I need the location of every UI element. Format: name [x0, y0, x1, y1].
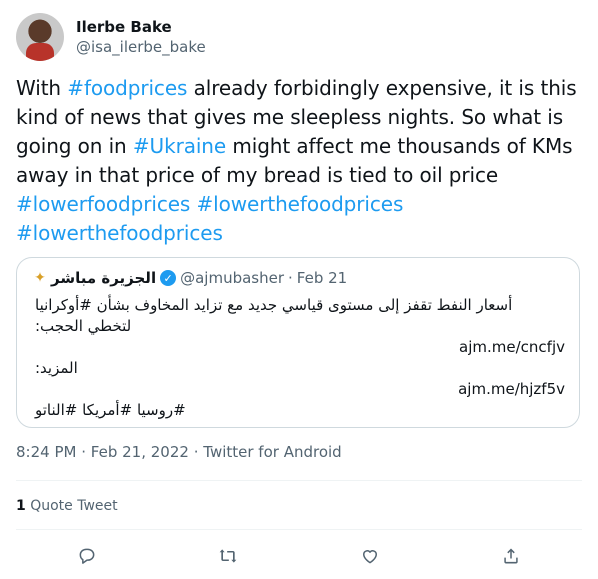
- avatar[interactable]: [16, 13, 64, 61]
- hashtag-link[interactable]: #lowerfoodprices: [16, 192, 190, 216]
- quoted-date[interactable]: Feb 21: [297, 269, 347, 287]
- aljazeera-logo-icon: ✦: [34, 270, 46, 286]
- tweet-date[interactable]: Feb 21, 2022: [91, 443, 189, 461]
- hashtag-link[interactable]: #lowerthefoodprices: [197, 192, 404, 216]
- like-icon: [362, 550, 377, 564]
- tweet-meta: 8:24 PM · Feb 21, 2022 · Twitter for And…: [16, 443, 342, 461]
- divider: [16, 480, 582, 481]
- tweet-actions: [16, 536, 582, 576]
- reply-icon: [79, 548, 95, 564]
- hashtag-link[interactable]: #Ukraine: [133, 134, 226, 158]
- separator-dot: ·: [288, 269, 293, 287]
- quoted-text-line: المزيد:: [35, 359, 78, 377]
- quoted-tweet-card[interactable]: ✦ الجزيرة مباشر ✓ @ajmubasher · Feb 21 أ…: [16, 257, 580, 428]
- retweet-icon: [219, 549, 237, 563]
- quoted-text-line: أسعار النفط تقفز إلى مستوى قياسي جديد مع…: [35, 296, 513, 314]
- tweet-source[interactable]: Twitter for Android: [203, 443, 341, 461]
- quoted-link[interactable]: ajm.me/cncfjv: [35, 337, 565, 358]
- quote-count: 1: [16, 498, 26, 514]
- tweet-text: With #foodprices already forbidingly exp…: [16, 74, 582, 248]
- quoted-hashtags: #روسيا #أمريكا #الناتو: [35, 401, 186, 419]
- quoted-link[interactable]: ajm.me/hjzf5v: [35, 379, 565, 400]
- display-name[interactable]: Ilerbe Bake: [76, 17, 206, 37]
- separator-dot: ·: [81, 443, 87, 461]
- divider: [16, 529, 582, 530]
- like-button[interactable]: [353, 539, 387, 573]
- quoted-text-line: لتخطي الحجب:: [35, 317, 132, 335]
- quoted-handle[interactable]: @ajmubasher: [180, 269, 284, 287]
- share-button[interactable]: [494, 539, 528, 573]
- tweet-time[interactable]: 8:24 PM: [16, 443, 76, 461]
- quoted-tweet-header: ✦ الجزيرة مباشر ✓ @ajmubasher · Feb 21: [31, 269, 347, 287]
- verified-badge-icon: ✓: [160, 270, 177, 286]
- tweet-text-segment: With: [16, 76, 68, 100]
- separator-dot: ·: [193, 443, 199, 461]
- tweet-header: Ilerbe Bake @isa_ilerbe_bake: [16, 12, 206, 62]
- hashtag-link[interactable]: #lowerthefoodprices: [16, 221, 223, 245]
- reply-button[interactable]: [70, 539, 104, 573]
- share-icon: [504, 548, 518, 564]
- hashtag-link[interactable]: #foodprices: [67, 76, 187, 100]
- retweet-button[interactable]: [211, 539, 245, 573]
- quoted-tweet-text: أسعار النفط تقفز إلى مستوى قياسي جديد مع…: [35, 295, 565, 421]
- author-names: Ilerbe Bake @isa_ilerbe_bake: [76, 17, 206, 57]
- tweet-stats[interactable]: 1 Quote Tweet: [16, 498, 118, 514]
- quote-label: Quote Tweet: [30, 498, 118, 514]
- quoted-display-name[interactable]: الجزيرة مباشر: [51, 269, 156, 287]
- user-handle[interactable]: @isa_ilerbe_bake: [76, 37, 206, 57]
